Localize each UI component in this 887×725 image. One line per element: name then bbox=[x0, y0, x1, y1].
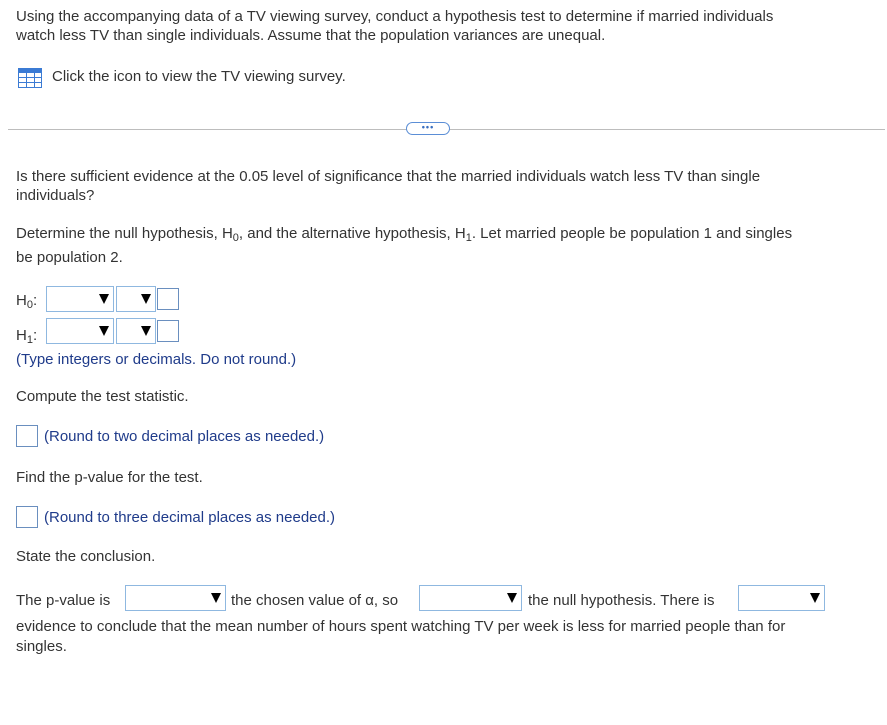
h1-value-input[interactable] bbox=[157, 320, 179, 342]
significance-prompt-line2: individuals? bbox=[16, 187, 95, 204]
h1-parameter-dropdown[interactable] bbox=[46, 318, 114, 344]
question-intro-line1: Using the accompanying data of a TV view… bbox=[16, 8, 774, 25]
significance-prompt-line1: Is there sufficient evidence at the 0.05… bbox=[16, 168, 761, 185]
h0-operator-dropdown[interactable] bbox=[116, 286, 156, 312]
conclusion-text-c: the null hypothesis. There is bbox=[528, 592, 715, 609]
data-link-text[interactable]: Click the icon to view the TV viewing su… bbox=[52, 66, 346, 87]
conclusion-text-line2: evidence to conclude that the mean numbe… bbox=[16, 618, 786, 635]
p-value-prompt: Find the p-value for the test. bbox=[16, 469, 203, 486]
h0-value-input[interactable] bbox=[157, 288, 179, 310]
hypothesis-hint: (Type integers or decimals. Do not round… bbox=[16, 351, 297, 368]
p-value-input[interactable] bbox=[16, 506, 38, 528]
h1-label: H1: bbox=[16, 327, 38, 346]
h0-parameter-dropdown[interactable] bbox=[46, 286, 114, 312]
chevron-down-icon bbox=[141, 326, 151, 336]
chevron-down-icon bbox=[211, 593, 221, 603]
conclusion-text-a: The p-value is bbox=[16, 592, 111, 609]
conclusion-prompt: State the conclusion. bbox=[16, 548, 156, 565]
question-intro-line2: watch less TV than single individuals. A… bbox=[16, 27, 606, 44]
h1-operator-dropdown[interactable] bbox=[116, 318, 156, 344]
conclusion-text-line3: singles. bbox=[16, 638, 67, 655]
conclusion-text-b: the chosen value of α, so bbox=[231, 592, 399, 609]
test-statistic-prompt: Compute the test statistic. bbox=[16, 388, 189, 405]
chevron-down-icon bbox=[507, 593, 517, 603]
hypothesis-instruction: Determine the null hypothesis, H0, and t… bbox=[16, 225, 793, 244]
hypothesis-instruction-line2: be population 2. bbox=[16, 249, 123, 266]
hypothesis-decision-dropdown[interactable] bbox=[419, 585, 522, 611]
chevron-down-icon bbox=[99, 294, 109, 304]
h0-label: H0: bbox=[16, 292, 38, 311]
test-statistic-hint: (Round to two decimal places as needed.) bbox=[44, 428, 325, 445]
expand-more-button[interactable]: ••• bbox=[406, 122, 450, 135]
p-value-comparison-dropdown[interactable] bbox=[125, 585, 226, 611]
p-value-hint: (Round to three decimal places as needed… bbox=[44, 509, 336, 526]
chevron-down-icon bbox=[810, 593, 820, 603]
data-table-icon[interactable] bbox=[18, 68, 42, 88]
chevron-down-icon bbox=[141, 294, 151, 304]
test-statistic-input[interactable] bbox=[16, 425, 38, 447]
evidence-dropdown[interactable] bbox=[738, 585, 825, 611]
chevron-down-icon bbox=[99, 326, 109, 336]
